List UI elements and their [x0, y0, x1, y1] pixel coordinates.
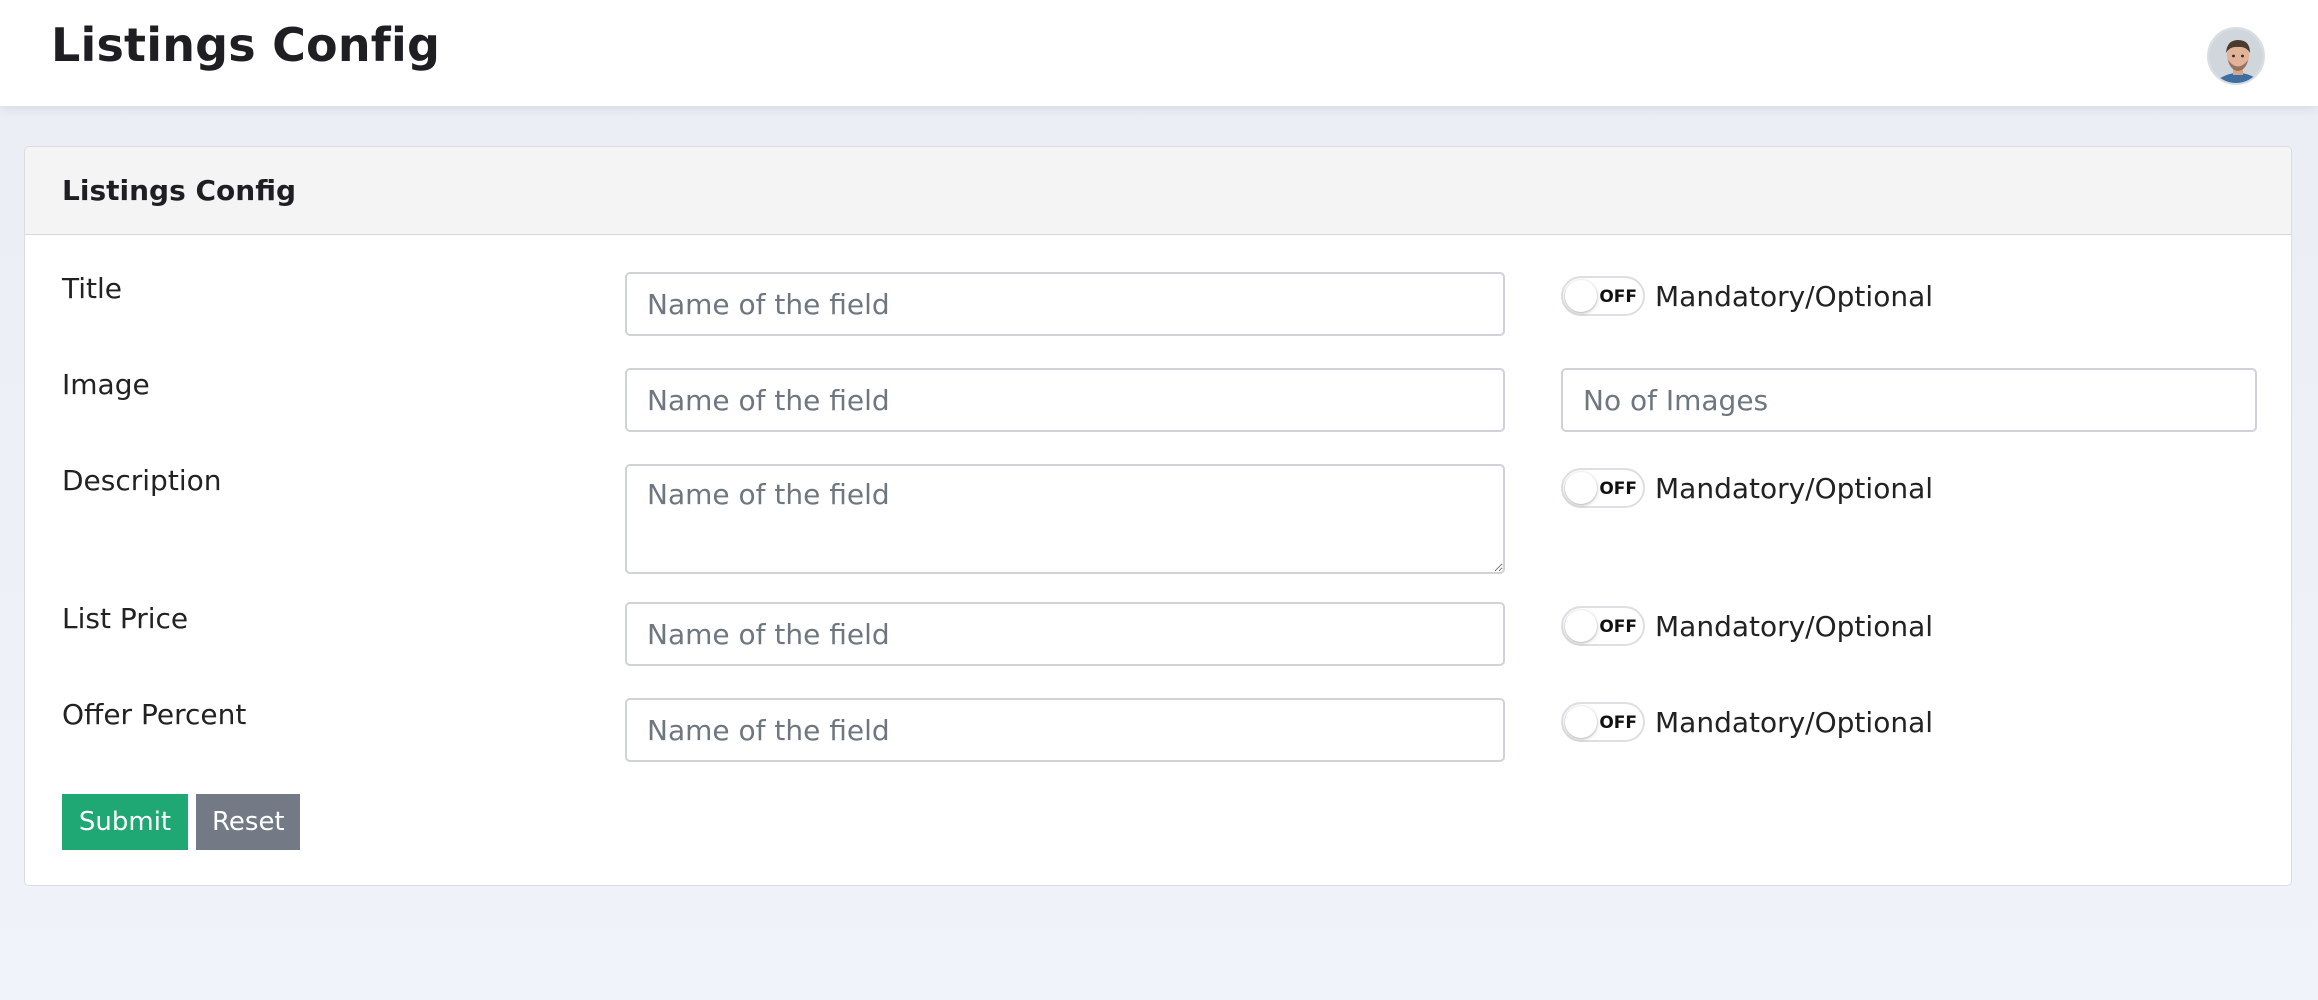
user-avatar[interactable]	[2207, 27, 2265, 85]
title-field-name-input[interactable]	[625, 272, 1505, 336]
toggle-knob	[1565, 280, 1597, 312]
no-of-images-input[interactable]	[1561, 368, 2257, 432]
reset-button[interactable]: Reset	[196, 794, 300, 850]
list-price-field-name-input[interactable]	[625, 602, 1505, 666]
avatar-image	[2209, 29, 2263, 83]
offer-percent-mandatory-toggle[interactable]: OFF Mandatory/Optional	[1561, 702, 1933, 742]
title-mandatory-toggle[interactable]: OFF Mandatory/Optional	[1561, 276, 1933, 316]
list-price-mandatory-toggle[interactable]: OFF Mandatory/Optional	[1561, 606, 1933, 646]
toggle-knob	[1565, 610, 1597, 642]
submit-button[interactable]: Submit	[62, 794, 188, 850]
toggle-switch[interactable]: OFF	[1561, 606, 1645, 646]
card-header: Listings Config	[25, 147, 2291, 235]
offer-percent-label: Offer Percent	[62, 698, 247, 731]
toggle-label: Mandatory/Optional	[1655, 609, 1934, 643]
description-label: Description	[62, 464, 222, 497]
image-label: Image	[62, 368, 150, 401]
description-mandatory-toggle[interactable]: OFF Mandatory/Optional	[1561, 468, 1933, 508]
description-field-name-textarea[interactable]	[625, 464, 1505, 574]
toggle-knob	[1565, 706, 1597, 738]
toggle-switch[interactable]: OFF	[1561, 468, 1645, 508]
toggle-label: Mandatory/Optional	[1655, 279, 1934, 313]
toggle-label: Mandatory/Optional	[1655, 471, 1934, 505]
page-title: Listings Config	[51, 18, 441, 72]
toggle-state: OFF	[1599, 713, 1637, 733]
title-label: Title	[62, 272, 123, 305]
toggle-state: OFF	[1599, 287, 1637, 307]
top-bar: Listings Config	[0, 0, 2318, 106]
list-price-label: List Price	[62, 602, 189, 635]
offer-percent-field-name-input[interactable]	[625, 698, 1505, 762]
image-field-name-input[interactable]	[625, 368, 1505, 432]
card-title: Listings Config	[62, 174, 296, 207]
toggle-switch[interactable]: OFF	[1561, 276, 1645, 316]
toggle-knob	[1565, 472, 1597, 504]
toggle-switch[interactable]: OFF	[1561, 702, 1645, 742]
listings-config-card: Listings Config Title OFF Mandatory/Opti…	[24, 146, 2292, 886]
toggle-state: OFF	[1599, 479, 1637, 499]
toggle-label: Mandatory/Optional	[1655, 705, 1934, 739]
toggle-state: OFF	[1599, 617, 1637, 637]
